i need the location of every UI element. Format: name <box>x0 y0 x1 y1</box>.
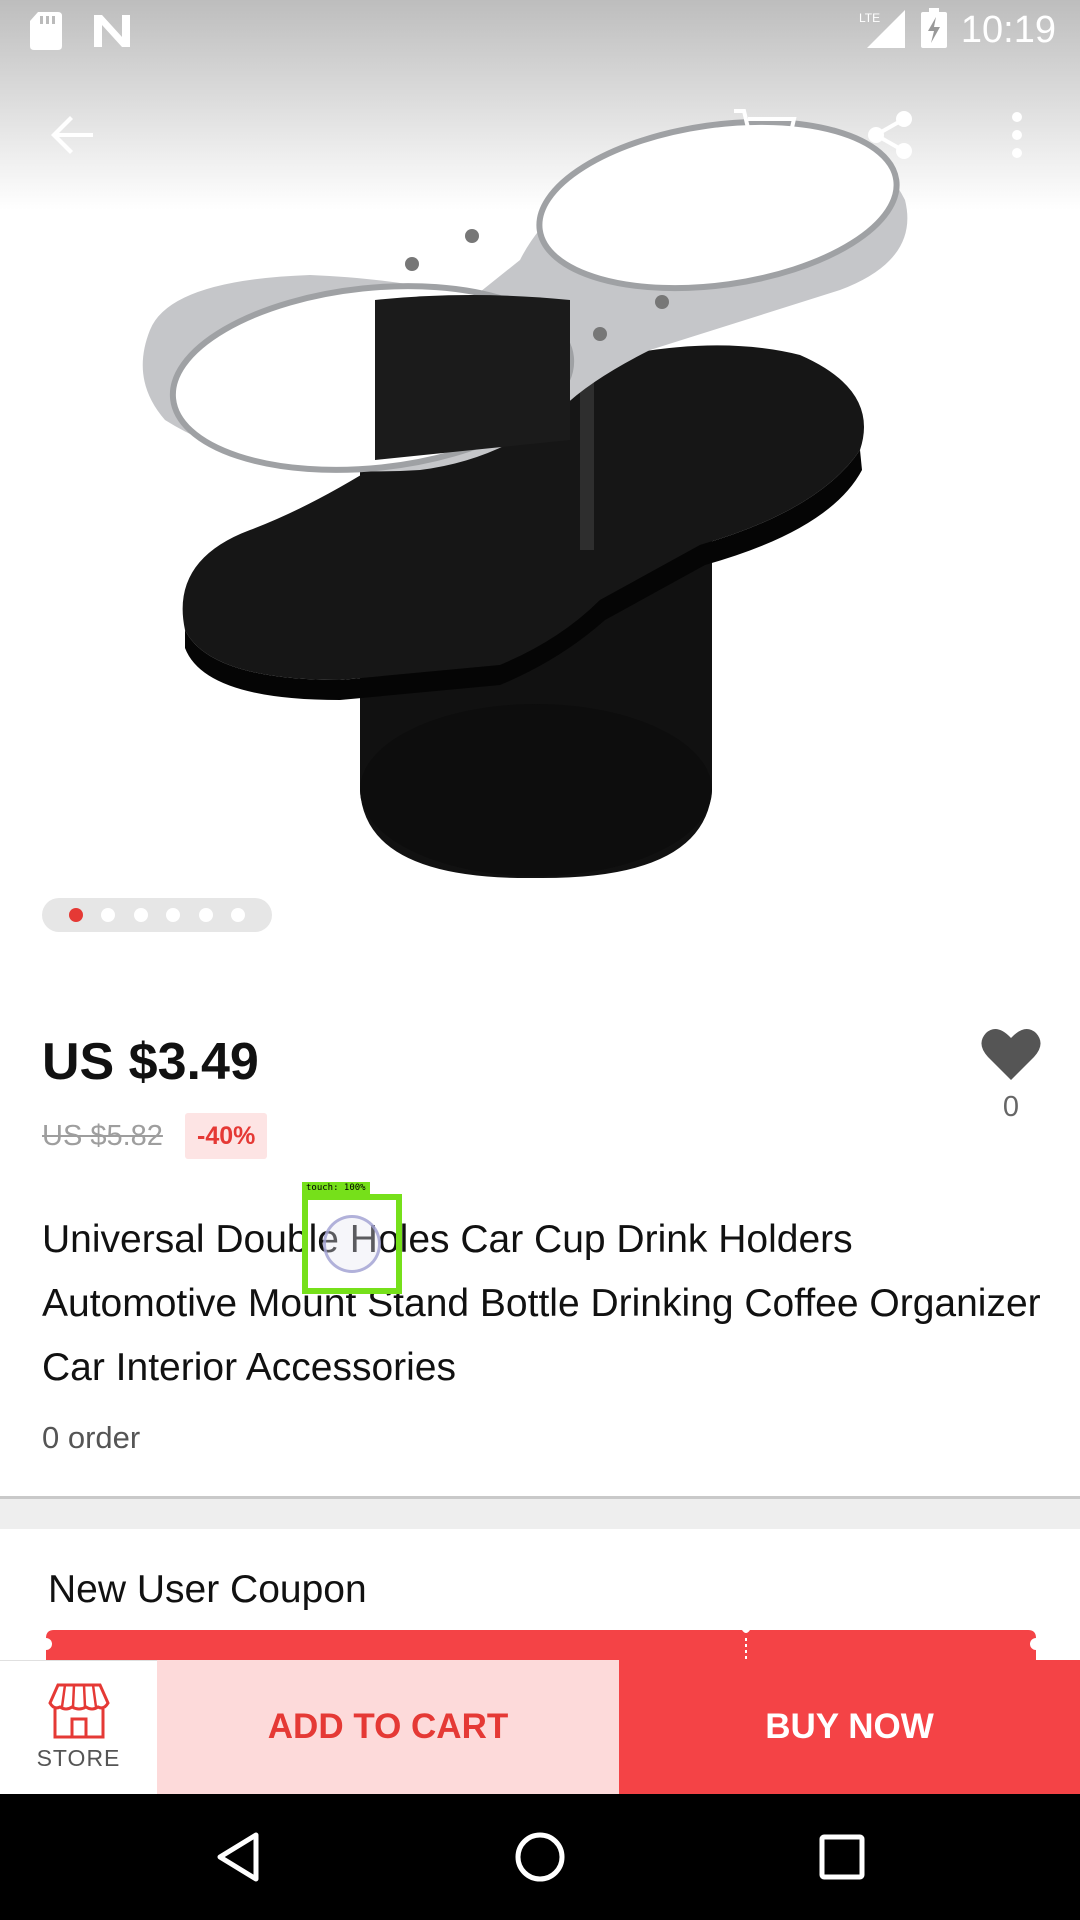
status-bar: LTE 10:19 <box>0 0 1080 63</box>
system-navigation-bar <box>0 1794 1080 1920</box>
share-icon <box>868 111 912 159</box>
product-title: Universal Double Holes Car Cup Drink Hol… <box>42 1218 1041 1389</box>
gallery-dot <box>133 908 148 922</box>
lte-signal-icon: LTE <box>857 8 907 53</box>
nav-recents-button[interactable] <box>812 1827 872 1887</box>
gallery-dot <box>166 908 181 922</box>
coupon-section-title: New User Coupon <box>48 1568 367 1611</box>
nav-home-icon <box>515 1832 565 1882</box>
nav-home-button[interactable] <box>510 1827 570 1887</box>
gallery-dot <box>198 908 213 922</box>
wishlist-count: 0 <box>1002 1091 1020 1123</box>
svg-text:LTE: LTE <box>859 11 880 25</box>
nav-back-button[interactable] <box>208 1827 268 1887</box>
sd-card-icon <box>30 12 62 55</box>
store-icon <box>47 1683 110 1739</box>
wishlist-button[interactable]: 0 <box>975 1026 1047 1124</box>
touch-ripple <box>323 1215 381 1273</box>
heart-icon <box>981 1029 1041 1080</box>
gallery-dot <box>101 908 116 922</box>
discount-badge: -40% <box>185 1113 268 1159</box>
nav-recents-icon <box>819 1834 865 1880</box>
back-arrow-icon <box>51 116 93 154</box>
original-price: US $5.82 <box>42 1120 163 1152</box>
nav-back-icon <box>217 1832 259 1882</box>
gallery-dot <box>231 908 246 922</box>
add-to-cart-button[interactable]: ADD TO CART <box>157 1660 619 1794</box>
clock: 10:19 <box>960 9 1056 51</box>
gallery-dot <box>68 908 83 922</box>
order-count: 0 order <box>42 1420 141 1455</box>
gallery-page-indicator <box>42 898 272 932</box>
purchase-action-bar: STORE ADD TO CART BUY NOW <box>0 1660 1080 1794</box>
store-label: STORE <box>36 1745 121 1771</box>
cart-button[interactable] <box>720 90 810 180</box>
more-options-button[interactable] <box>972 90 1062 180</box>
product-toolbar <box>0 90 1080 180</box>
cart-icon <box>734 109 797 164</box>
n-notification-icon <box>92 13 132 54</box>
store-button[interactable]: STORE <box>0 1660 157 1794</box>
buy-now-button[interactable]: BUY NOW <box>619 1660 1080 1794</box>
share-button[interactable] <box>845 90 935 180</box>
product-price: US $3.49 <box>42 1033 259 1091</box>
coupon-card[interactable] <box>46 1630 1036 1660</box>
more-vert-icon <box>1012 112 1022 158</box>
section-gap <box>0 1499 1080 1529</box>
back-button[interactable] <box>28 90 118 180</box>
battery-charging-icon <box>920 8 947 53</box>
